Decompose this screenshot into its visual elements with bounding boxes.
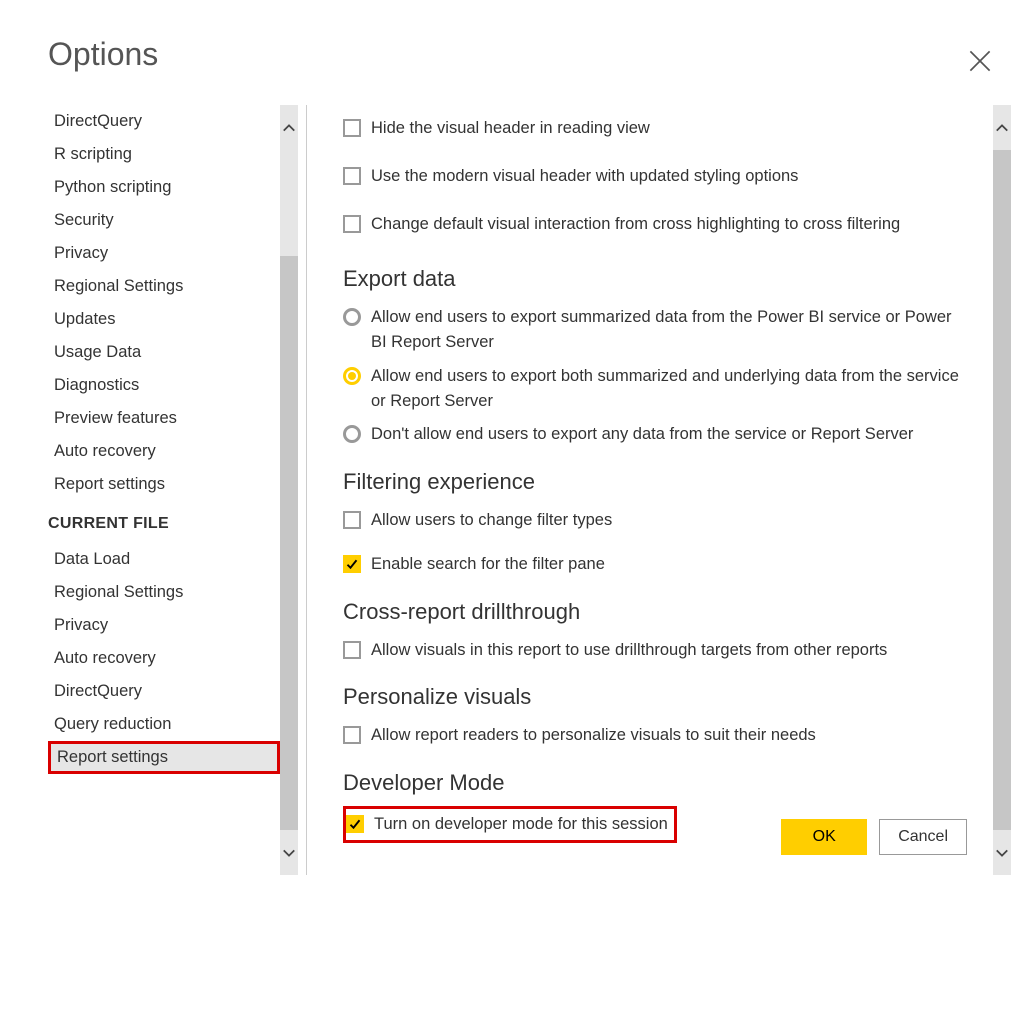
content-scrollbar-thumb[interactable] bbox=[993, 150, 1011, 830]
sidebar-item-privacy-file[interactable]: Privacy bbox=[48, 609, 298, 642]
label-export-both: Allow end users to export both summarize… bbox=[371, 364, 971, 414]
dialog-title: Options bbox=[48, 36, 1011, 73]
scroll-down-button[interactable] bbox=[280, 830, 298, 875]
section-developer-mode: Developer Mode bbox=[343, 770, 971, 796]
section-cross-report-drillthrough: Cross-report drillthrough bbox=[343, 599, 971, 625]
radio-export-none[interactable] bbox=[343, 425, 361, 443]
cancel-button[interactable]: Cancel bbox=[879, 819, 967, 855]
radio-export-both[interactable] bbox=[343, 367, 361, 385]
label-change-filter-types: Allow users to change filter types bbox=[371, 508, 971, 533]
checkbox-personalize-visuals[interactable] bbox=[343, 726, 361, 744]
sidebar-item-security[interactable]: Security bbox=[48, 204, 298, 237]
highlight-developer-mode: Turn on developer mode for this session bbox=[343, 806, 677, 843]
sidebar-item-usage-data[interactable]: Usage Data bbox=[48, 336, 298, 369]
content-panel: Hide the visual header in reading view U… bbox=[307, 111, 1011, 881]
label-developer-mode: Turn on developer mode for this session bbox=[374, 812, 668, 837]
checkbox-enable-search-filter[interactable] bbox=[343, 555, 361, 573]
sidebar-item-diagnostics[interactable]: Diagnostics bbox=[48, 369, 298, 402]
checkbox-cross-filtering[interactable] bbox=[343, 215, 361, 233]
label-hide-visual-header: Hide the visual header in reading view bbox=[371, 116, 971, 141]
sidebar-item-preview-features[interactable]: Preview features bbox=[48, 402, 298, 435]
checkbox-developer-mode[interactable] bbox=[346, 815, 364, 833]
section-filtering-experience: Filtering experience bbox=[343, 469, 971, 495]
checkbox-hide-visual-header[interactable] bbox=[343, 119, 361, 137]
sidebar-item-python-scripting[interactable]: Python scripting bbox=[48, 171, 298, 204]
scrollbar-thumb[interactable] bbox=[280, 256, 298, 830]
scroll-up-button[interactable] bbox=[280, 105, 298, 150]
sidebar-item-directquery[interactable]: DirectQuery bbox=[48, 105, 298, 138]
sidebar-item-report-settings-file[interactable]: Report settings bbox=[48, 741, 280, 774]
sidebar-item-directquery-file[interactable]: DirectQuery bbox=[48, 675, 298, 708]
close-icon bbox=[969, 50, 991, 72]
content-scroll-down[interactable] bbox=[993, 830, 1011, 875]
chevron-up-icon bbox=[995, 121, 1009, 135]
check-icon bbox=[346, 558, 358, 570]
label-personalize-visuals: Allow report readers to personalize visu… bbox=[371, 723, 971, 748]
ok-button[interactable]: OK bbox=[781, 819, 867, 855]
checkbox-change-filter-types[interactable] bbox=[343, 511, 361, 529]
label-enable-search-filter: Enable search for the filter pane bbox=[371, 552, 971, 577]
chevron-up-icon bbox=[282, 121, 296, 135]
sidebar-item-report-settings-global[interactable]: Report settings bbox=[48, 468, 298, 501]
sidebar-item-auto-recovery[interactable]: Auto recovery bbox=[48, 435, 298, 468]
label-modern-visual-header: Use the modern visual header with update… bbox=[371, 164, 971, 189]
section-export-data: Export data bbox=[343, 266, 971, 292]
section-personalize-visuals: Personalize visuals bbox=[343, 684, 971, 710]
label-export-none: Don't allow end users to export any data… bbox=[371, 422, 971, 447]
sidebar-item-r-scripting[interactable]: R scripting bbox=[48, 138, 298, 171]
chevron-down-icon bbox=[282, 846, 296, 860]
chevron-down-icon bbox=[995, 846, 1009, 860]
label-export-summarized: Allow end users to export summarized dat… bbox=[371, 305, 971, 355]
check-icon bbox=[349, 818, 361, 830]
radio-export-summarized[interactable] bbox=[343, 308, 361, 326]
content-scroll-up[interactable] bbox=[993, 105, 1011, 150]
close-button[interactable] bbox=[969, 50, 991, 72]
sidebar-item-auto-recovery-file[interactable]: Auto recovery bbox=[48, 642, 298, 675]
label-cross-filtering: Change default visual interaction from c… bbox=[371, 212, 971, 237]
sidebar-item-regional-settings-file[interactable]: Regional Settings bbox=[48, 576, 298, 609]
sidebar-item-regional-settings[interactable]: Regional Settings bbox=[48, 270, 298, 303]
sidebar-scrollbar[interactable] bbox=[280, 105, 298, 875]
sidebar-item-query-reduction[interactable]: Query reduction bbox=[48, 708, 298, 741]
content-scrollbar[interactable] bbox=[993, 105, 1011, 875]
sidebar-item-updates[interactable]: Updates bbox=[48, 303, 298, 336]
sidebar-item-privacy[interactable]: Privacy bbox=[48, 237, 298, 270]
label-cross-report-drillthrough: Allow visuals in this report to use dril… bbox=[371, 638, 971, 663]
checkbox-modern-visual-header[interactable] bbox=[343, 167, 361, 185]
sidebar-section-current-file: CURRENT FILE bbox=[48, 501, 298, 543]
checkbox-cross-report-drillthrough[interactable] bbox=[343, 641, 361, 659]
sidebar-item-data-load[interactable]: Data Load bbox=[48, 543, 298, 576]
sidebar: DirectQuery R scripting Python scripting… bbox=[48, 105, 298, 875]
